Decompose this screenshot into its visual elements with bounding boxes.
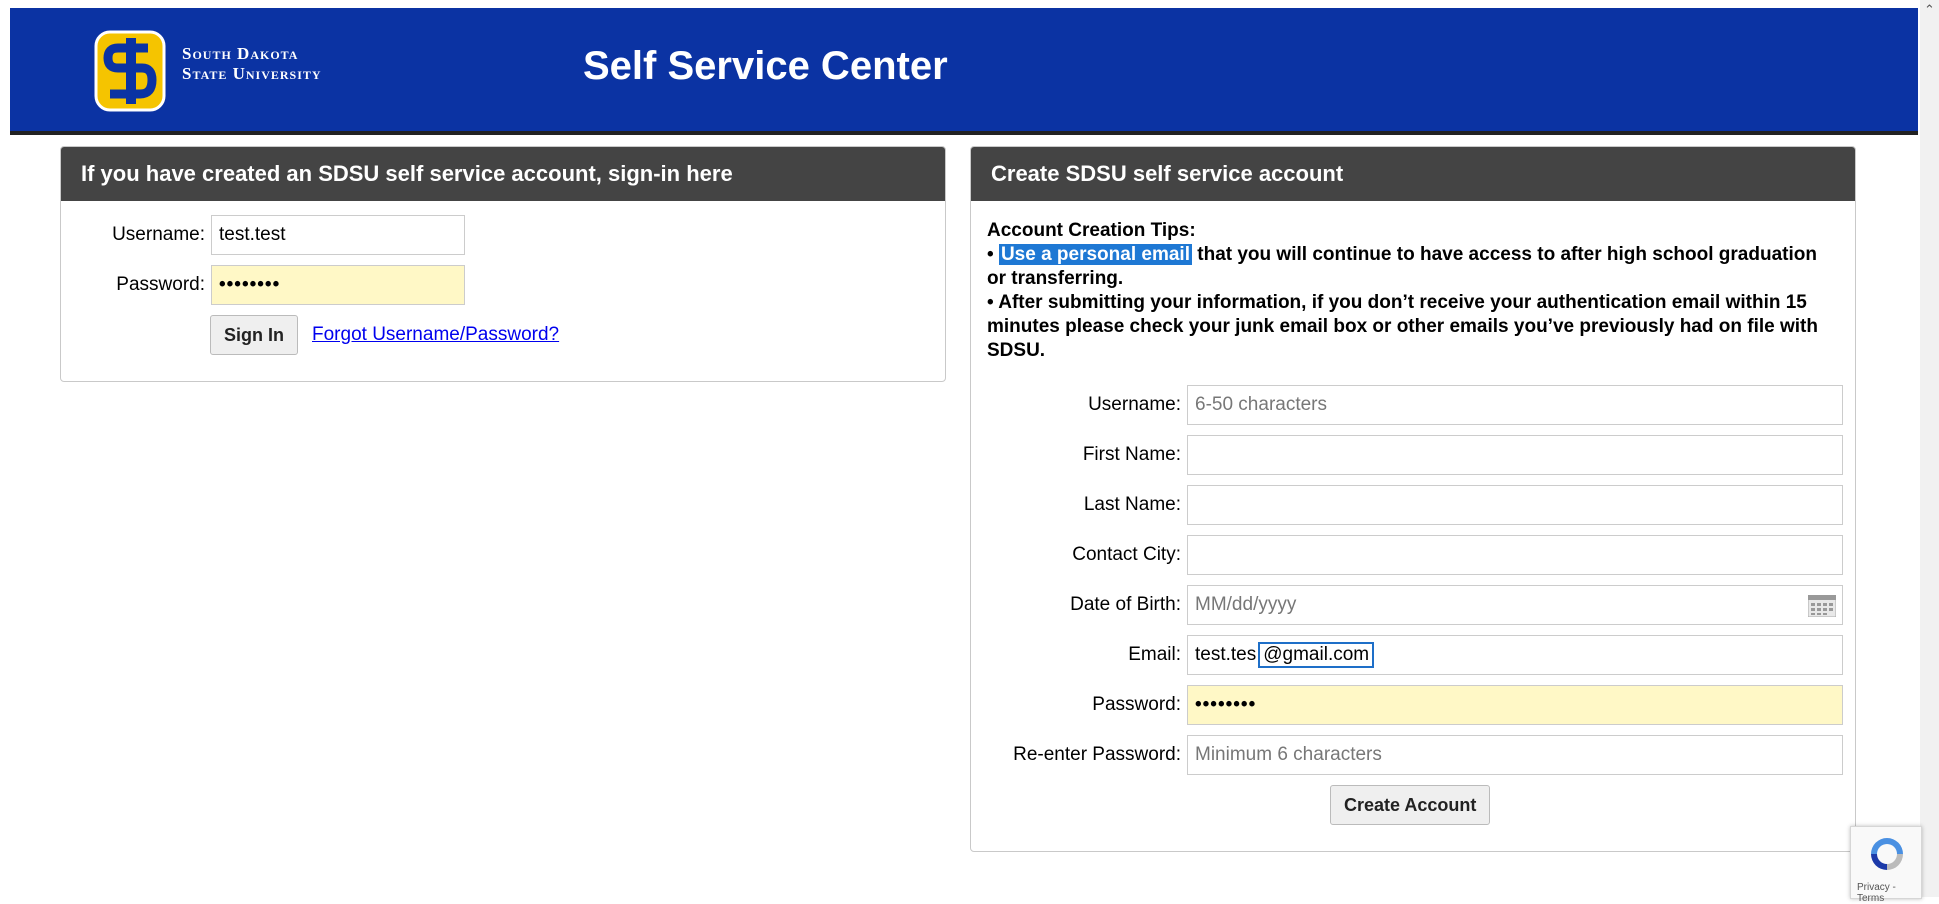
contact-city-label: Contact City: xyxy=(1072,544,1181,565)
signin-password-label: Password: xyxy=(116,274,205,295)
create-username-row: Username: 6-50 characters xyxy=(971,385,1843,425)
page-title: Self Service Center xyxy=(583,44,948,88)
contact-city-row: Contact City: xyxy=(971,535,1843,575)
signin-password-row: Password: •••••••• xyxy=(81,265,465,305)
tip-highlighted-text: Use a personal email xyxy=(998,244,1192,265)
email-value-prefix: test.tes xyxy=(1195,644,1257,665)
signin-button[interactable]: Sign In xyxy=(210,315,298,355)
calendar-icon[interactable] xyxy=(1808,595,1836,617)
create-password-row: Password: •••••••• xyxy=(971,685,1843,725)
university-line-1: South Dakota xyxy=(182,44,299,63)
scroll-up-icon[interactable]: ⌃ xyxy=(1920,0,1939,20)
create-password-input[interactable]: •••••••• xyxy=(1187,685,1843,725)
last-name-label: Last Name: xyxy=(1083,494,1181,515)
tip-bullet: • xyxy=(987,244,994,265)
create-username-input[interactable]: 6-50 characters xyxy=(1187,385,1843,425)
site-header: South Dakota State University Self Servi… xyxy=(10,8,1918,135)
create-actions: Create Account xyxy=(1330,785,1491,825)
forgot-credentials-link[interactable]: Forgot Username/Password? xyxy=(312,324,559,346)
create-account-panel: Create SDSU self service account Account… xyxy=(970,146,1856,852)
recaptcha-icon xyxy=(1871,838,1903,870)
recaptcha-privacy-terms[interactable]: Privacy - Terms xyxy=(1857,882,1921,904)
university-name: South Dakota State University xyxy=(182,44,322,84)
create-username-label: Username: xyxy=(1088,394,1181,415)
reenter-password-label: Re-enter Password: xyxy=(1013,744,1181,765)
recaptcha-badge[interactable]: Privacy - Terms xyxy=(1850,826,1922,904)
tip-personal-email: • Use a personal email that you will con… xyxy=(987,243,1837,291)
sdsu-logo-icon xyxy=(94,30,166,112)
first-name-label: First Name: xyxy=(1082,444,1181,465)
create-account-heading: Create SDSU self service account xyxy=(971,147,1855,201)
reenter-password-row: Re-enter Password: Minimum 6 characters xyxy=(971,735,1843,775)
tip-2-text: After submitting your information, if yo… xyxy=(987,292,1818,361)
dob-placeholder: MM/dd/yyyy xyxy=(1195,594,1297,615)
dob-input[interactable]: MM/dd/yyyy xyxy=(1187,585,1843,625)
last-name-row: Last Name: xyxy=(971,485,1843,525)
create-account-button[interactable]: Create Account xyxy=(1330,785,1491,825)
top-strip xyxy=(0,0,1920,8)
email-label: Email: xyxy=(1128,644,1181,665)
first-name-input[interactable] xyxy=(1187,435,1843,475)
page-scrollbar[interactable]: ⌃ xyxy=(1920,0,1939,897)
dob-label: Date of Birth: xyxy=(1070,594,1181,615)
tip-bullet: • xyxy=(987,292,994,313)
university-line-2: State University xyxy=(182,64,322,83)
signin-actions: Sign In Forgot Username/Password? xyxy=(210,315,559,355)
account-creation-tips: Account Creation Tips: • Use a personal … xyxy=(987,219,1837,363)
signin-password-input[interactable]: •••••••• xyxy=(211,265,465,305)
reenter-password-input[interactable]: Minimum 6 characters xyxy=(1187,735,1843,775)
dob-row: Date of Birth: MM/dd/yyyy xyxy=(971,585,1843,625)
last-name-input[interactable] xyxy=(1187,485,1843,525)
tip-authentication-email: • After submitting your information, if … xyxy=(987,291,1837,363)
signin-username-row: Username: test.test xyxy=(81,215,465,255)
email-row: Email: test.tes @gmail.com xyxy=(971,635,1843,675)
signin-username-label: Username: xyxy=(112,224,205,245)
signin-panel: If you have created an SDSU self service… xyxy=(60,146,946,382)
signin-heading: If you have created an SDSU self service… xyxy=(61,147,945,201)
first-name-row: First Name: xyxy=(971,435,1843,475)
tips-title: Account Creation Tips: xyxy=(987,220,1196,241)
create-password-label: Password: xyxy=(1092,694,1181,715)
contact-city-input[interactable] xyxy=(1187,535,1843,575)
email-input[interactable]: test.tes @gmail.com xyxy=(1187,635,1843,675)
email-autocomplete-suggestion[interactable]: @gmail.com xyxy=(1258,642,1375,668)
signin-username-input[interactable]: test.test xyxy=(211,215,465,255)
